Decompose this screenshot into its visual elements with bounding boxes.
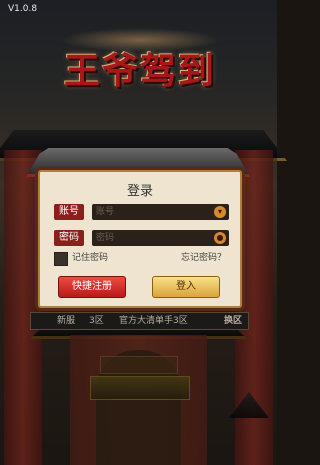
- server-number: 3区: [89, 316, 104, 326]
- server-select-bar[interactable]: 新服 3区 官方大清单手3区 换区: [30, 312, 249, 330]
- server-status-badge: 新服: [57, 316, 76, 326]
- forgot-password-link[interactable]: 忘记密码？: [181, 252, 226, 265]
- version-label: V1.0.8: [8, 4, 38, 14]
- quick-register-button[interactable]: 快捷注册: [58, 276, 126, 298]
- login-title: 登录: [126, 184, 153, 199]
- password-label: 密码: [54, 230, 84, 246]
- switch-server-button[interactable]: 换区: [224, 313, 242, 329]
- remember-checkbox[interactable]: [54, 252, 68, 266]
- logo-text: 王爷驾到: [63, 50, 216, 92]
- password-input[interactable]: [92, 230, 215, 246]
- remember-label: 记住密码: [72, 253, 109, 263]
- account-dropdown-icon[interactable]: ▾: [214, 206, 226, 218]
- server-name: 官方大清单手3区: [119, 316, 188, 326]
- account-input[interactable]: [92, 204, 215, 220]
- login-panel: 登录 账号 ▾ 密码 ● 记住密码 忘记密码？ 快捷注册 登入: [38, 170, 242, 308]
- password-field: ●: [92, 230, 229, 246]
- show-password-eye-icon[interactable]: ●: [214, 232, 226, 244]
- game-logo: 王爷驾到: [40, 28, 240, 98]
- login-button[interactable]: 登入: [152, 276, 220, 298]
- account-label: 账号: [54, 204, 84, 220]
- account-field: ▾: [92, 204, 229, 220]
